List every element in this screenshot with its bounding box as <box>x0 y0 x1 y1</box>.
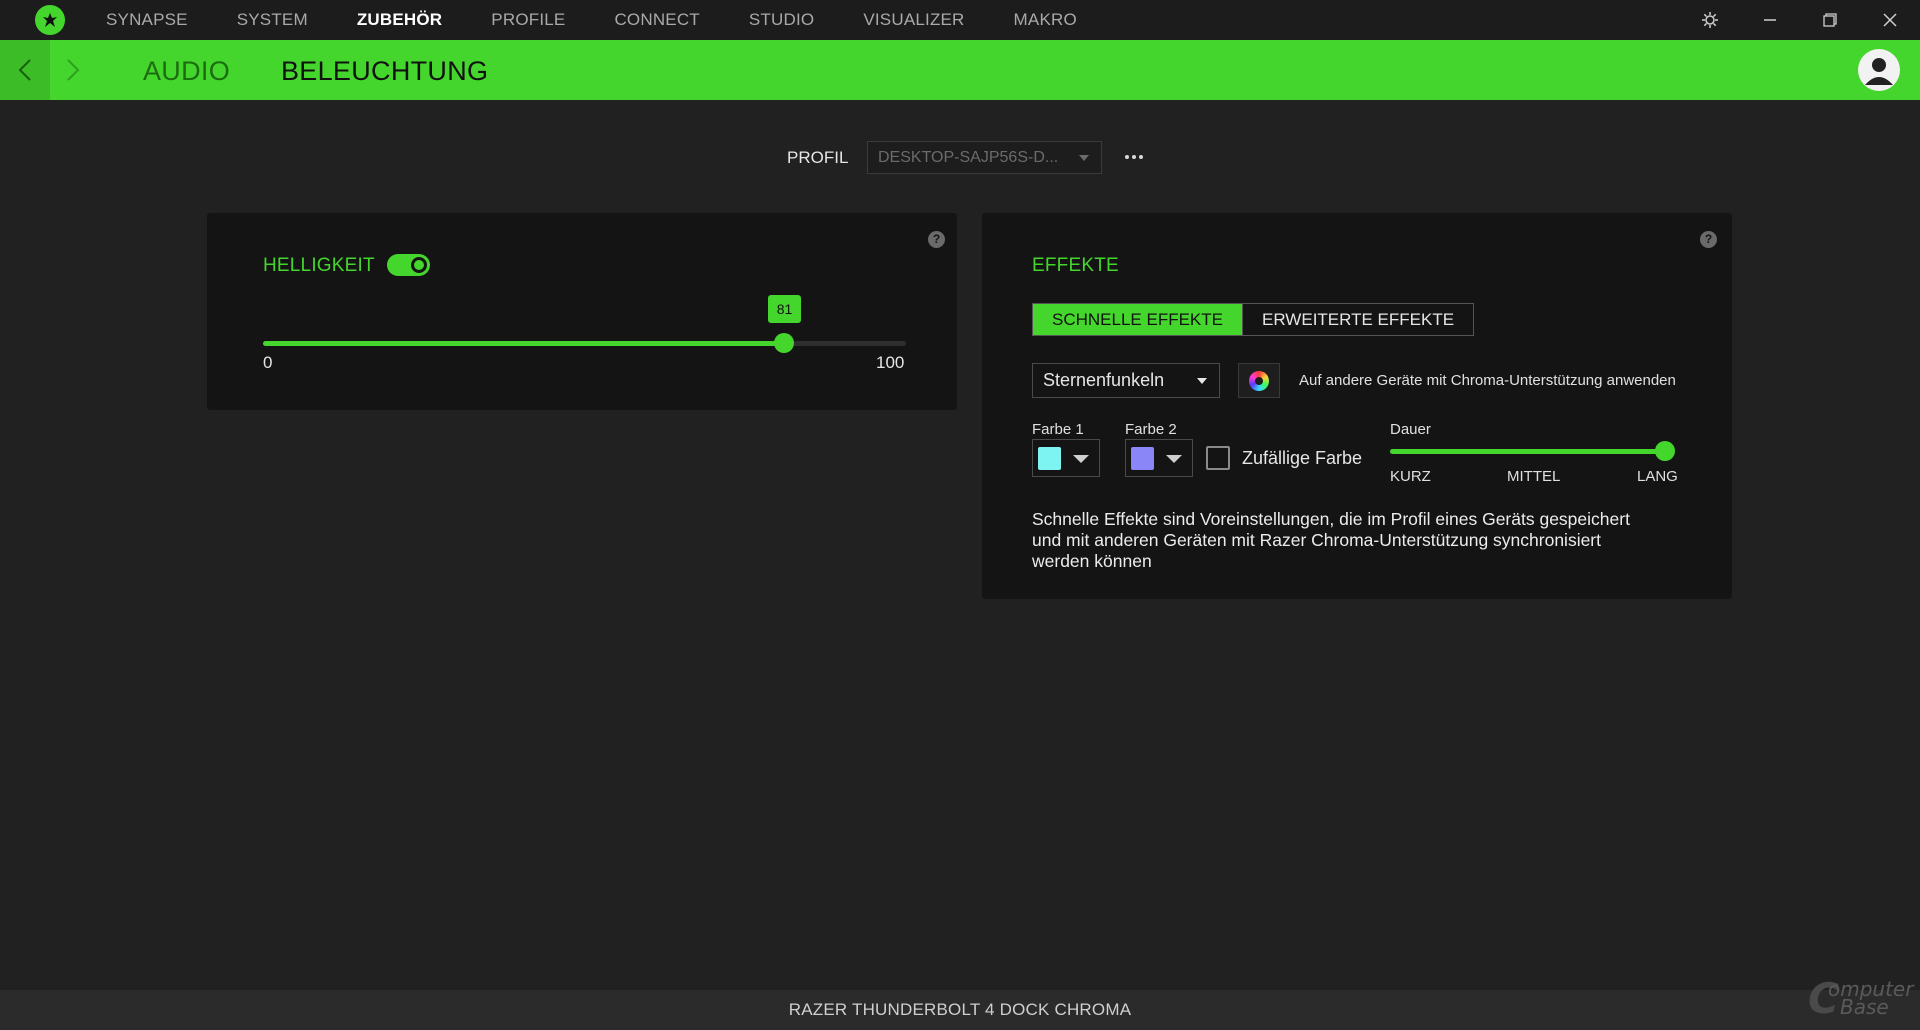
device-footer: RAZER THUNDERBOLT 4 DOCK CHROMA <box>0 990 1920 1030</box>
brightness-slider[interactable] <box>263 333 906 353</box>
forward-button[interactable] <box>50 40 96 100</box>
close-button[interactable] <box>1860 0 1920 40</box>
chevron-down-icon <box>1079 155 1089 161</box>
help-icon[interactable]: ? <box>1700 231 1717 248</box>
color1-label: Farbe 1 <box>1032 421 1084 438</box>
effects-tab-group: SCHNELLE EFFEKTE ERWEITERTE EFFEKTE <box>1032 303 1475 336</box>
chevron-down-icon <box>1073 455 1089 463</box>
tab-beleuchtung[interactable]: BELEUCHTUNG <box>281 40 488 100</box>
effect-dropdown-value: Sternenfunkeln <box>1043 370 1165 390</box>
duration-slider[interactable] <box>1390 441 1675 461</box>
help-icon[interactable]: ? <box>928 231 945 248</box>
user-icon <box>1865 58 1893 85</box>
app-window: SYNAPSE SYSTEM ZUBEHÖR PROFILE CONNECT S… <box>0 0 1920 1030</box>
quick-effects-description: Schnelle Effekte sind Voreinstellungen, … <box>1032 509 1630 571</box>
brightness-value-bubble: 81 <box>768 295 801 323</box>
duration-label: Dauer <box>1390 421 1431 438</box>
restore-icon <box>1823 13 1837 27</box>
brightness-min-label: 0 <box>263 353 273 372</box>
window-controls <box>1680 0 1920 40</box>
duration-slider-thumb[interactable] <box>1655 441 1675 461</box>
tab-audio[interactable]: AUDIO <box>143 40 230 100</box>
chroma-apply-label: Auf andere Geräte mit Chroma-Unterstützu… <box>1299 372 1676 389</box>
profile-dropdown[interactable]: DESKTOP-SAJP56S-D... <box>867 141 1102 174</box>
duration-short-label: KURZ <box>1390 468 1431 485</box>
brightness-slider-fill <box>263 341 784 346</box>
color1-picker[interactable] <box>1032 439 1100 477</box>
gear-icon <box>1702 12 1718 28</box>
more-options-button[interactable] <box>1122 147 1146 167</box>
settings-button[interactable] <box>1680 0 1740 40</box>
nav-item-profile[interactable]: PROFILE <box>491 10 565 30</box>
effects-panel: ? EFFEKTE SCHNELLE EFFEKTE ERWEITERTE EF… <box>982 213 1732 599</box>
random-color-label: Zufällige Farbe <box>1242 448 1363 468</box>
nav-item-synapse[interactable]: SYNAPSE <box>106 10 188 30</box>
toggle-knob <box>411 257 427 273</box>
brightness-max-label: 100 <box>876 353 905 372</box>
top-nav-bar: SYNAPSE SYSTEM ZUBEHÖR PROFILE CONNECT S… <box>0 0 1920 40</box>
razer-logo-icon[interactable] <box>35 5 65 35</box>
brightness-toggle[interactable] <box>387 254 430 276</box>
color2-swatch <box>1131 447 1154 470</box>
nav-item-studio[interactable]: STUDIO <box>749 10 814 30</box>
chroma-apply-button[interactable] <box>1238 363 1280 398</box>
chevron-down-icon <box>1197 378 1207 384</box>
duration-slider-fill <box>1390 449 1665 454</box>
profile-dropdown-value: DESKTOP-SAJP56S-D... <box>878 149 1059 166</box>
nav-item-zubehoer[interactable]: ZUBEHÖR <box>357 10 442 30</box>
tab-quick-effects[interactable]: SCHNELLE EFFEKTE <box>1033 304 1242 335</box>
dot-icon <box>1132 155 1136 159</box>
back-button[interactable] <box>0 40 50 100</box>
brightness-slider-thumb[interactable] <box>774 333 794 353</box>
chevron-down-icon <box>1166 455 1182 463</box>
nav-item-system[interactable]: SYSTEM <box>237 10 308 30</box>
computerbase-watermark: C omputer Base <box>1808 976 1913 1022</box>
duration-mid-label: MITTEL <box>1507 468 1561 485</box>
watermark-line2: Base <box>1840 995 1889 1019</box>
sub-nav-bar: AUDIO BELEUCHTUNG <box>0 40 1920 100</box>
minimize-button[interactable] <box>1740 0 1800 40</box>
color2-label: Farbe 2 <box>1125 421 1177 438</box>
brightness-panel: ? HELLIGKEIT 81 0 100 <box>207 213 957 410</box>
chevron-right-icon <box>67 59 80 81</box>
dot-icon <box>1125 155 1129 159</box>
brightness-title: HELLIGKEIT <box>263 255 375 276</box>
effect-dropdown[interactable]: Sternenfunkeln <box>1032 363 1220 398</box>
color1-swatch <box>1038 447 1061 470</box>
color2-picker[interactable] <box>1125 439 1193 477</box>
close-icon <box>1883 13 1897 27</box>
minimize-icon <box>1764 19 1776 21</box>
effects-title: EFFEKTE <box>1032 255 1119 276</box>
profile-label: PROFIL <box>787 148 849 167</box>
nav-item-makro[interactable]: MAKRO <box>1014 10 1077 30</box>
main-nav: SYNAPSE SYSTEM ZUBEHÖR PROFILE CONNECT S… <box>106 0 1126 40</box>
nav-item-visualizer[interactable]: VISUALIZER <box>863 10 964 30</box>
dot-icon <box>1139 155 1143 159</box>
restore-button[interactable] <box>1800 0 1860 40</box>
random-color-checkbox[interactable] <box>1206 446 1230 470</box>
chevron-left-icon <box>18 59 31 81</box>
nav-item-connect[interactable]: CONNECT <box>614 10 699 30</box>
duration-long-label: LANG <box>1637 468 1678 485</box>
tab-advanced-effects[interactable]: ERWEITERTE EFFEKTE <box>1242 304 1474 335</box>
chroma-wheel-icon <box>1249 370 1269 391</box>
avatar[interactable] <box>1858 49 1900 91</box>
